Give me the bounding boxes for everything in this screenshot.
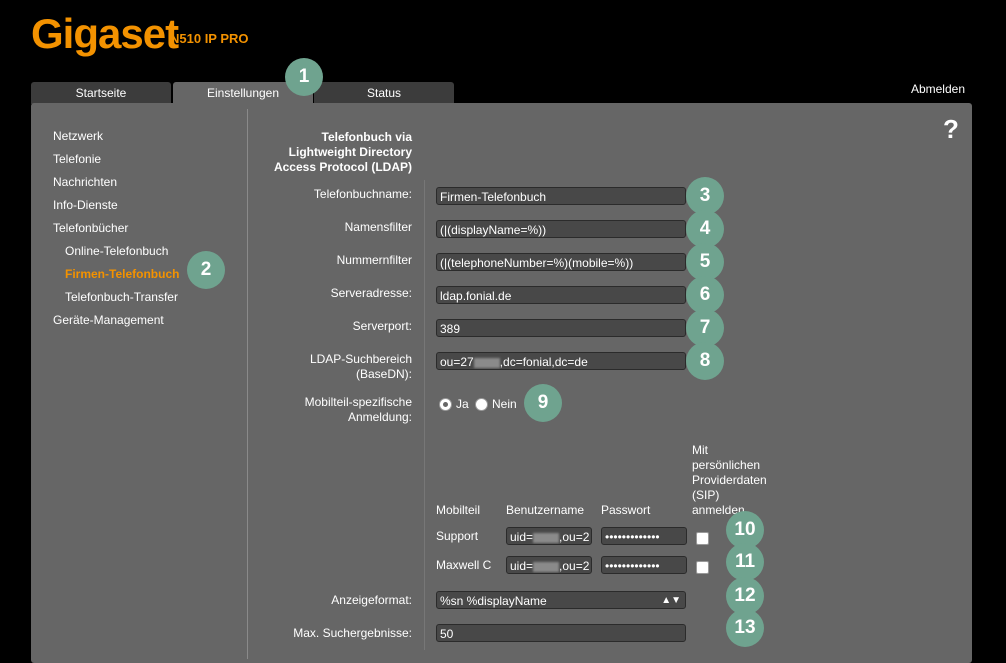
col-header-sip-line: Mit: [692, 443, 708, 457]
phonebook-name-label: Telefonbuchname:: [313, 187, 412, 201]
col-header-sip: Mit persönlichen Providerdaten (SIP) anm…: [692, 443, 767, 518]
server-address-label: Serveradresse:: [330, 286, 412, 300]
callout-badge: 2: [187, 251, 225, 289]
username-input[interactable]: uid= ,ou=2: [506, 556, 592, 574]
display-format-select[interactable]: %sn %displayName ▲▼: [436, 591, 686, 609]
sidebar-item-nachrichten[interactable]: Nachrichten: [53, 175, 117, 189]
redacted-text: [533, 561, 560, 572]
base-dn-label: LDAP-Suchbereich (BaseDN):: [310, 352, 412, 382]
logout-link[interactable]: Abmelden: [911, 82, 965, 96]
username-suffix: ,ou=2: [559, 559, 590, 573]
max-results-input[interactable]: 50: [436, 624, 686, 642]
server-port-input[interactable]: 389: [436, 319, 686, 337]
max-results-label: Max. Suchergebnisse:: [293, 626, 412, 640]
section-title-line: Access Protocol (LDAP): [273, 160, 412, 174]
sidebar-item-telefonbuch-transfer[interactable]: Telefonbuch-Transfer: [65, 290, 178, 304]
help-icon[interactable]: ?: [943, 114, 959, 145]
base-dn-label-line: (BaseDN):: [355, 367, 412, 381]
sidebar-item-geraete-management[interactable]: Geräte-Management: [53, 313, 164, 327]
section-title: Telefonbuch via Lightweight Directory Ac…: [274, 130, 412, 175]
sidebar-item-firmen-telefonbuch[interactable]: Firmen-Telefonbuch: [65, 267, 179, 281]
col-header-username: Benutzername: [506, 503, 585, 517]
redacted-text: [533, 532, 560, 543]
tab-startseite[interactable]: Startseite: [31, 82, 171, 104]
sidebar-item-telefonbuecher[interactable]: Telefonbücher: [53, 221, 128, 235]
handset-login-label: Mobilteil-spezifische Anmeldung:: [305, 395, 412, 425]
sidebar-divider: [247, 109, 248, 659]
col-header-sip-line: persönlichen: [692, 458, 761, 472]
tab-status[interactable]: Status: [314, 82, 454, 104]
number-filter-input[interactable]: (|(telephoneNumber=%)(mobile=%)): [436, 253, 686, 271]
radio-ja[interactable]: [439, 398, 452, 411]
radio-nein-label: Nein: [492, 397, 517, 411]
phonebook-name-input[interactable]: Firmen-Telefonbuch: [436, 187, 686, 205]
password-input[interactable]: •••••••••••••: [601, 556, 687, 574]
base-dn-input[interactable]: ou=27 ,dc=fonial,dc=de: [436, 352, 686, 370]
sip-login-checkbox[interactable]: [696, 532, 709, 545]
base-dn-suffix: ,dc=fonial,dc=de: [499, 355, 588, 369]
callout-badge: 11: [726, 543, 764, 581]
redacted-text: [473, 357, 500, 368]
sip-login-checkbox[interactable]: [696, 561, 709, 574]
password-input[interactable]: •••••••••••••: [601, 527, 687, 545]
form-divider: [424, 180, 425, 650]
display-format-label: Anzeigeformat:: [331, 593, 412, 607]
radio-ja-label: Ja: [456, 397, 469, 411]
sidebar-item-online-telefonbuch[interactable]: Online-Telefonbuch: [65, 244, 168, 258]
sidebar-item-netzwerk[interactable]: Netzwerk: [53, 129, 103, 143]
sidebar-item-telefonie[interactable]: Telefonie: [53, 152, 101, 166]
name-filter-input[interactable]: (|(displayName=%)): [436, 220, 686, 238]
username-prefix: uid=: [510, 559, 534, 573]
server-address-input[interactable]: ldap.fonial.de: [436, 286, 686, 304]
callout-badge: 9: [524, 384, 562, 422]
base-dn-prefix: ou=27: [440, 355, 474, 369]
section-title-line: Lightweight Directory: [288, 145, 412, 159]
section-title-line: Telefonbuch via: [321, 130, 412, 144]
username-prefix: uid=: [510, 530, 534, 544]
callout-badge: 8: [686, 342, 724, 380]
base-dn-label-line: LDAP-Suchbereich: [309, 352, 412, 366]
callout-badge: 1: [285, 58, 323, 96]
handset-login-label-line: Anmeldung:: [347, 410, 412, 424]
username-input[interactable]: uid= ,ou=2: [506, 527, 592, 545]
gigaset-logo: Gigaset: [31, 10, 179, 57]
radio-nein[interactable]: [475, 398, 488, 411]
server-port-label: Serverport:: [352, 319, 412, 333]
callout-badge: 13: [726, 609, 764, 647]
handset-name: Support: [436, 529, 479, 543]
col-header-sip-line: Providerdaten: [692, 473, 767, 487]
handset-login-label-line: Mobilteil-spezifische: [304, 395, 412, 409]
name-filter-label: Namensfilter: [344, 220, 412, 234]
number-filter-label: Nummernfilter: [336, 253, 412, 267]
handset-name: Maxwell C: [436, 558, 492, 572]
username-suffix: ,ou=2: [559, 530, 590, 544]
model-name: N510 IP PRO: [170, 31, 249, 46]
col-header-password: Passwort: [601, 503, 651, 517]
sidebar-item-info-dienste[interactable]: Info-Dienste: [53, 198, 118, 212]
col-header-handset: Mobilteil: [436, 503, 481, 517]
display-format-value: %sn %displayName: [440, 594, 547, 608]
select-arrows-icon: ▲▼: [661, 595, 681, 606]
col-header-sip-line: (SIP): [692, 488, 720, 502]
